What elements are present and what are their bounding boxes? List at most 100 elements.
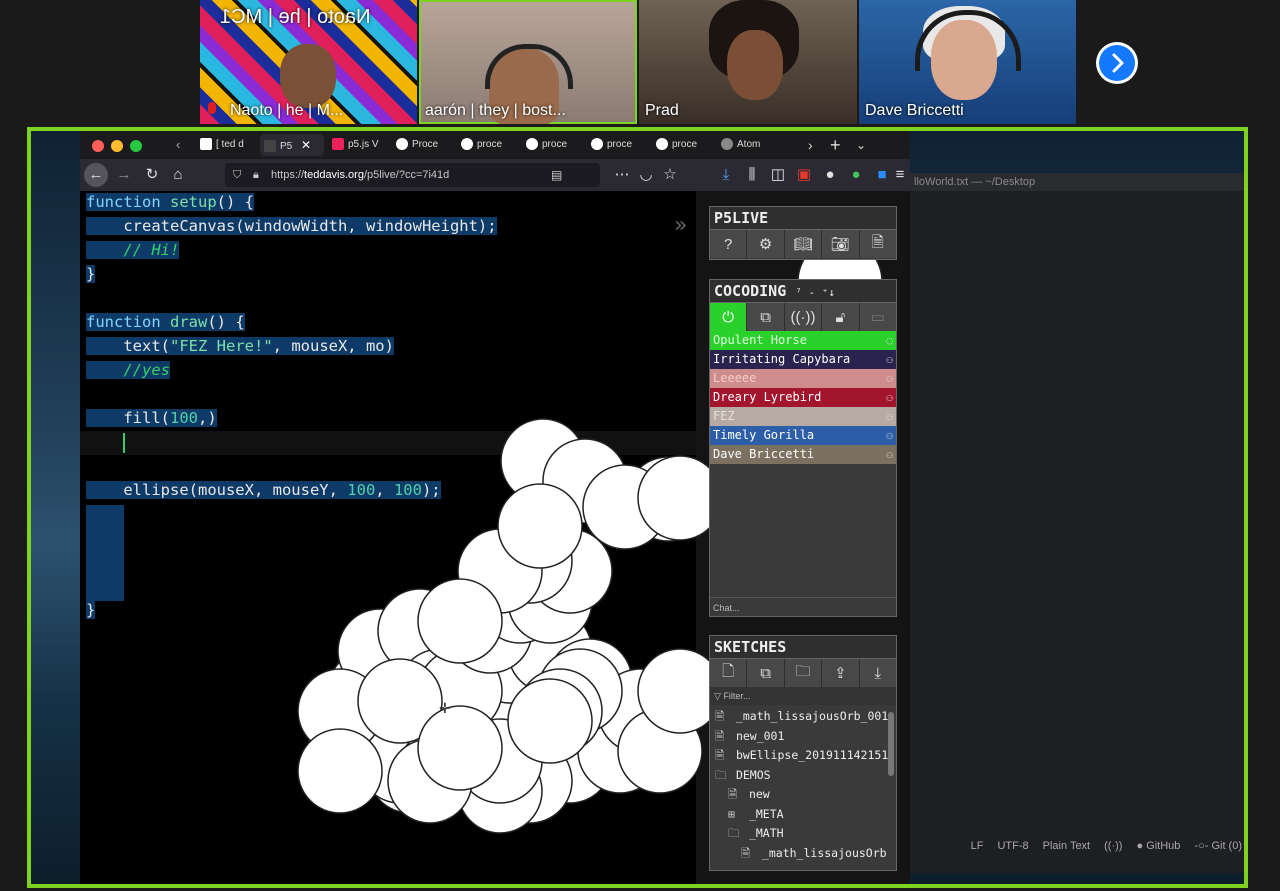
account-icon[interactable]: ● (818, 163, 842, 187)
sketch-file-item[interactable]: 🗎 new_001 (715, 727, 896, 747)
cocoding-user-row[interactable]: Leeeee ⚇ (710, 369, 896, 388)
git-status[interactable]: -○- Git (0) (1194, 840, 1242, 852)
participant-tile-naoto[interactable]: Naoto | he | MC1 Naoto | he | M... (200, 0, 417, 124)
code-line-10[interactable]: } (86, 601, 96, 619)
reader-view-icon[interactable]: ▤ (551, 163, 562, 187)
user-follow-icon[interactable]: ⚇ (886, 426, 893, 445)
cocoding-user-row[interactable]: Dreary Lyrebird ⚇ (710, 388, 896, 407)
tab-atom[interactable]: Atom (721, 134, 779, 156)
sketch-folder-item[interactable]: 🗀 DEMOS (715, 766, 896, 786)
cocoding-user-row[interactable]: Timely Gorilla ⚇ (710, 426, 896, 445)
self-status-icon[interactable]: ◌ (886, 331, 893, 350)
next-participants-button[interactable] (1096, 42, 1138, 84)
forward-button[interactable]: → (112, 163, 136, 187)
cocoding-user-row[interactable]: Opulent Horse ◌ (710, 331, 896, 350)
minimize-window-button[interactable] (111, 140, 123, 152)
tracking-shield-icon[interactable]: ⛉ (233, 163, 241, 187)
code-line-5[interactable]: function draw() { (86, 313, 245, 331)
reload-button[interactable]: ↻ (140, 163, 164, 187)
maximize-window-button[interactable] (130, 140, 142, 152)
tab-close-icon[interactable]: ✕ (301, 138, 311, 152)
participant-tile-dave[interactable]: Dave Briccetti (859, 0, 1076, 124)
cocoding-user-row[interactable]: FEZ ⚇ (710, 407, 896, 426)
cocoding-user-row[interactable]: Irritating Capybara ⚇ (710, 350, 896, 369)
collapse-editor-button[interactable]: » (674, 213, 687, 238)
p5live-page[interactable]: ✛ function setup() { createCanvas(window… (80, 191, 910, 884)
sketch-file-item[interactable]: 🗎 new (715, 785, 896, 805)
settings-gear-icon[interactable]: ⚙ (747, 230, 785, 258)
download-icon[interactable]: ⤓ (714, 163, 738, 187)
sketch-folder-item[interactable]: 🗀 _MATH (715, 824, 896, 844)
lock-icon[interactable]: 🔒︎ (253, 163, 259, 187)
close-window-button[interactable] (92, 140, 104, 152)
code-line-6[interactable]: text("FEZ Here!", mouseX, mo) (86, 337, 394, 355)
help-icon[interactable]: ? (710, 230, 748, 258)
new-sketch-icon[interactable]: 🗋 (710, 659, 748, 687)
line-ending-status[interactable]: LF (971, 840, 984, 852)
sketch-file-item[interactable]: 🗎 _math_lissajousOrb (715, 844, 896, 864)
sketch-file-item[interactable]: 🗎 bwEllipse_201911142151 (715, 746, 896, 766)
pocket-icon[interactable]: ◡ (634, 163, 658, 187)
participant-tile-prad[interactable]: Prad (639, 0, 857, 124)
tab-p5live-active[interactable]: P5 ✕ (260, 134, 324, 156)
user-follow-icon[interactable]: ⚇ (886, 407, 893, 426)
code-line-8[interactable]: fill(100,) (86, 409, 217, 427)
grammar-status[interactable]: Plain Text (1043, 840, 1091, 852)
code-line-1[interactable]: function setup() { (86, 193, 254, 211)
download-icon[interactable]: ⤓ (860, 659, 896, 687)
upload-icon[interactable]: ⇪ (822, 659, 860, 687)
screenshot-camera-icon[interactable]: 📷︎ (822, 230, 860, 258)
menu-icon[interactable]: ≡ (888, 163, 912, 187)
code-line-7[interactable]: //yes (86, 361, 170, 379)
tabs-forward-icon[interactable]: › (808, 134, 813, 156)
page-actions-icon[interactable]: ⋯ (610, 163, 634, 187)
code-line-4[interactable]: } (86, 265, 96, 283)
library-icon[interactable]: ⫼ (740, 163, 764, 187)
file-list-scrollbar[interactable] (888, 712, 894, 776)
user-follow-icon[interactable]: ⚇ (886, 369, 893, 388)
cast-icon[interactable]: ▭ (860, 303, 896, 331)
tab-processing-1[interactable]: Proce (396, 134, 454, 156)
filter-input[interactable]: ▽ Filter... (710, 687, 896, 705)
code-line-3[interactable]: // Hi! (86, 241, 180, 259)
atom-window[interactable]: lloWorld.txt — ~/Desktop LF UTF-8 Plain … (907, 173, 1244, 873)
broadcast-icon[interactable]: ((·)) (1104, 840, 1122, 852)
reference-book-icon[interactable]: 📖︎ (785, 230, 823, 258)
sidebar-icon[interactable]: ◫ (766, 163, 790, 187)
code-line-2[interactable]: createCanvas(windowWidth, windowHeight); (86, 217, 497, 235)
tab-processing-5[interactable]: proce (656, 134, 714, 156)
cocoding-user-row[interactable]: Dave Briccetti ⚇ (710, 445, 896, 464)
user-follow-icon[interactable]: ⚇ (886, 388, 893, 407)
chat-input[interactable]: Chat... (710, 597, 896, 616)
extension-icon[interactable]: ● (844, 163, 868, 187)
sketch-item-label: _math_lissajousOrb_001 (735, 709, 889, 723)
back-button[interactable]: ← (84, 163, 108, 187)
duplicate-sketch-icon[interactable]: ⧉ (747, 659, 785, 687)
tab-list-icon[interactable]: ⌄ (856, 134, 866, 156)
export-file-icon[interactable]: 🗎 (860, 230, 896, 258)
unlock-icon[interactable]: 🔓︎ (822, 303, 860, 331)
tab-p5js[interactable]: p5.js V (332, 134, 390, 156)
power-icon[interactable]: ⏻ (710, 303, 748, 331)
tab-processing-3[interactable]: proce (526, 134, 584, 156)
sketch-folder-item[interactable]: ⊞ _META (715, 805, 896, 825)
tab-processing-2[interactable]: proce (461, 134, 519, 156)
tab-teddavis[interactable]: [ ted d (200, 134, 258, 156)
encoding-status[interactable]: UTF-8 (997, 840, 1028, 852)
bookmark-star-icon[interactable]: ☆ (658, 163, 682, 187)
broadcast-icon[interactable]: ((·)) (785, 303, 823, 331)
github-status[interactable]: ● GitHub (1136, 840, 1180, 852)
pdf-icon[interactable]: ▣ (792, 163, 816, 187)
new-tab-icon[interactable]: + (830, 134, 841, 156)
tab-processing-4[interactable]: proce (591, 134, 649, 156)
new-folder-icon[interactable]: 🗀 (785, 659, 823, 687)
sketch-file-item[interactable]: 🗎 _math_lissajousOrb_001 (715, 707, 896, 727)
code-line-9[interactable]: ellipse(mouseX, mouseY, 100, 100); (86, 481, 441, 499)
user-follow-icon[interactable]: ⚇ (886, 445, 893, 464)
participant-tile-aaron[interactable]: aarón | they | bost... (419, 0, 637, 124)
user-follow-icon[interactable]: ⚇ (886, 350, 893, 369)
url-bar[interactable]: ⛉ 🔒︎ https://teddavis.org/p5live/?cc=7i4… (225, 163, 600, 187)
tabs-back-icon[interactable]: ‹ (176, 134, 180, 156)
home-button[interactable]: ⌂ (166, 163, 190, 187)
copy-link-icon[interactable]: ⧉ (747, 303, 785, 331)
